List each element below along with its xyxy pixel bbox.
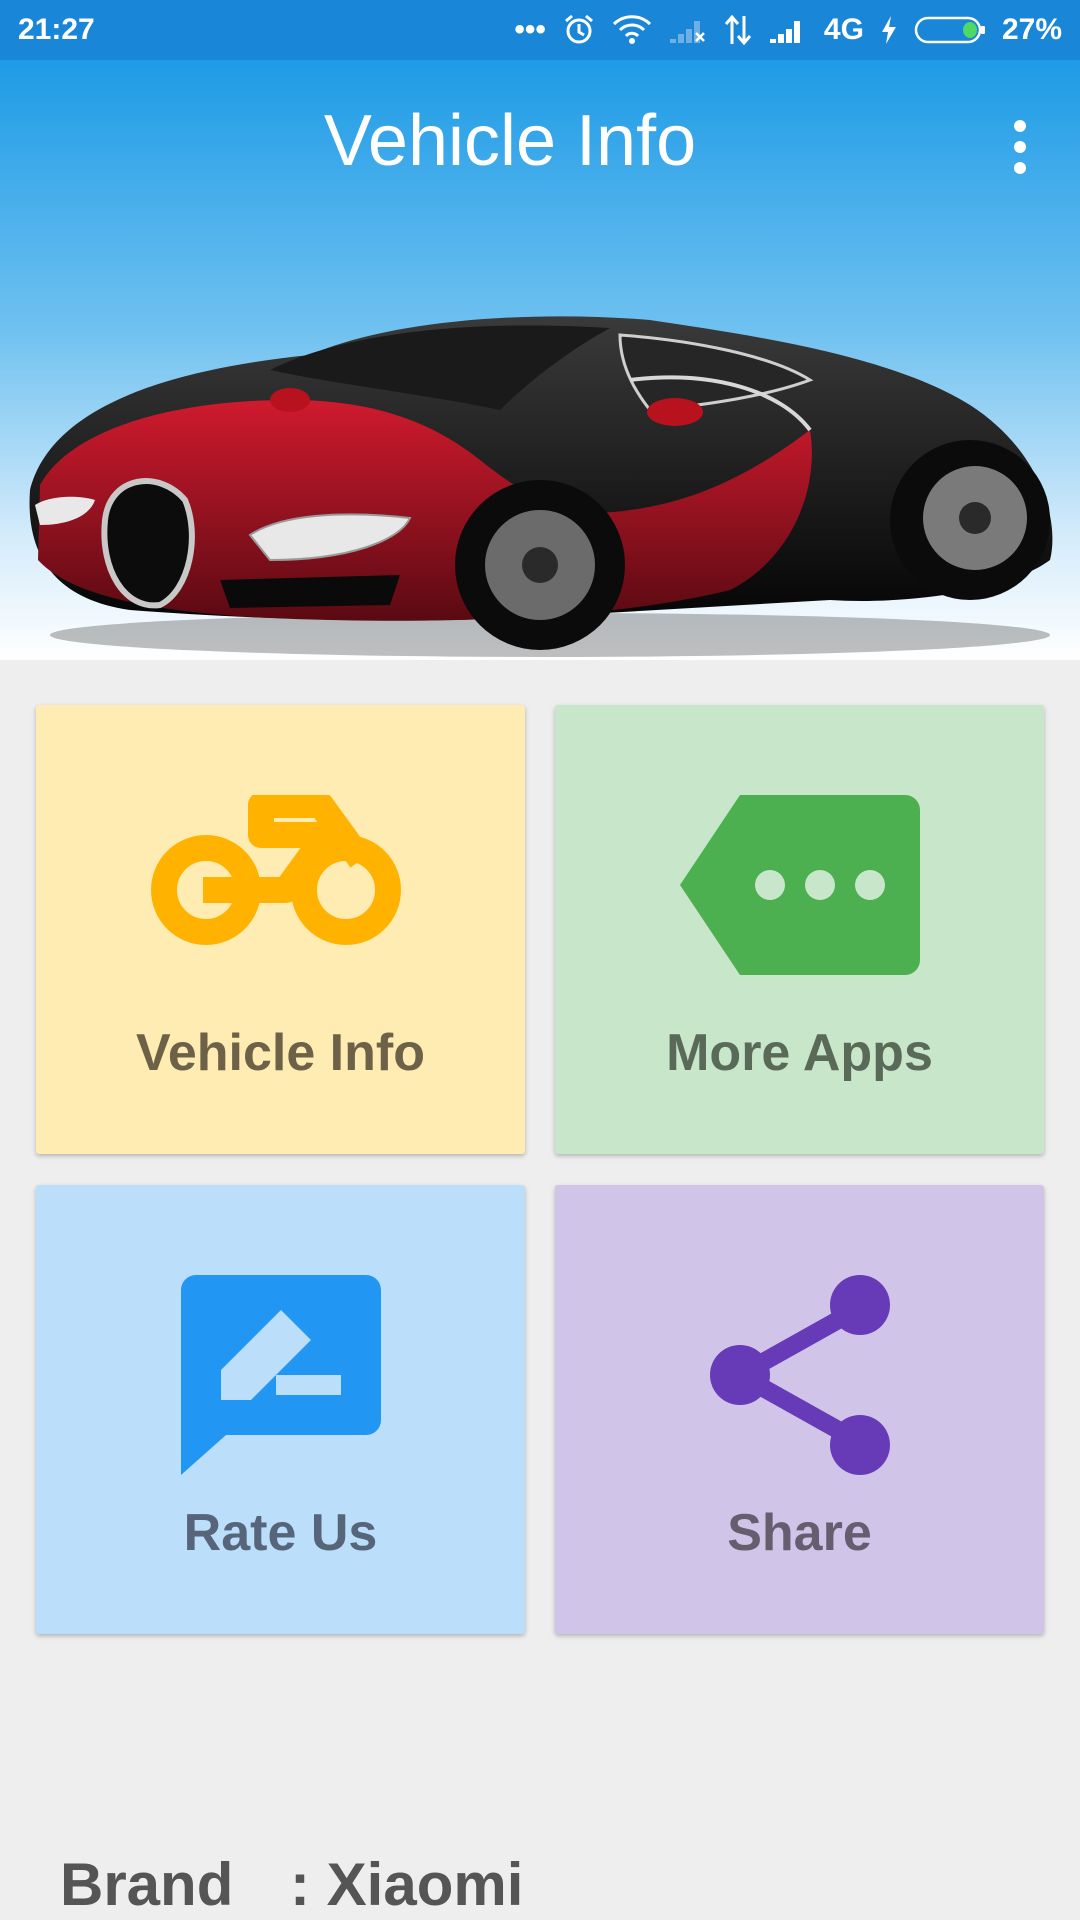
status-bar: 21:27 ••• 4G 27% <box>0 0 1080 60</box>
overflow-dot <box>1014 120 1026 132</box>
sports-car-image <box>29 316 1053 657</box>
signal-icon <box>768 15 808 45</box>
brand-value: : Xiaomi <box>290 1851 524 1918</box>
vehicle-info-label: Vehicle Info <box>136 1024 425 1082</box>
app-title: Vehicle Info <box>323 101 697 181</box>
more-apps-tile[interactable]: More Apps <box>555 705 1044 1154</box>
wifi-icon <box>612 14 652 46</box>
more-apps-label-icon <box>679 795 920 975</box>
alarm-icon <box>562 13 596 47</box>
share-label: Share <box>727 1504 872 1562</box>
battery-icon <box>914 15 986 45</box>
battery-percent: 27% <box>1001 13 1062 46</box>
overflow-menu-button[interactable] <box>1008 120 1032 174</box>
rate-review-icon <box>180 1275 381 1475</box>
rate-us-tile[interactable]: Rate Us <box>36 1185 525 1634</box>
vehicle-info-tile[interactable]: Vehicle Info <box>36 705 525 1154</box>
share-icon <box>709 1275 890 1475</box>
header-banner: Vehicle Info <box>0 60 1080 660</box>
more-notifications-icon: ••• <box>514 13 546 46</box>
device-brand-row: Brand : Xiaomi <box>60 1850 1020 1920</box>
signal-no-sim-icon <box>668 15 708 45</box>
status-time: 21:27 <box>18 13 95 46</box>
overflow-dot <box>1014 162 1026 174</box>
more-apps-label: More Apps <box>666 1024 933 1082</box>
rate-us-label: Rate Us <box>183 1504 378 1562</box>
overflow-dot <box>1014 141 1026 153</box>
status-icons: ••• 4G 27% <box>514 13 1062 47</box>
share-tile[interactable]: Share <box>555 1185 1044 1634</box>
charging-icon <box>880 15 898 45</box>
brand-key: Brand <box>60 1851 234 1918</box>
network-type: 4G <box>823 13 864 46</box>
motorcycle-icon <box>150 795 401 945</box>
data-transfer-icon <box>724 14 752 46</box>
